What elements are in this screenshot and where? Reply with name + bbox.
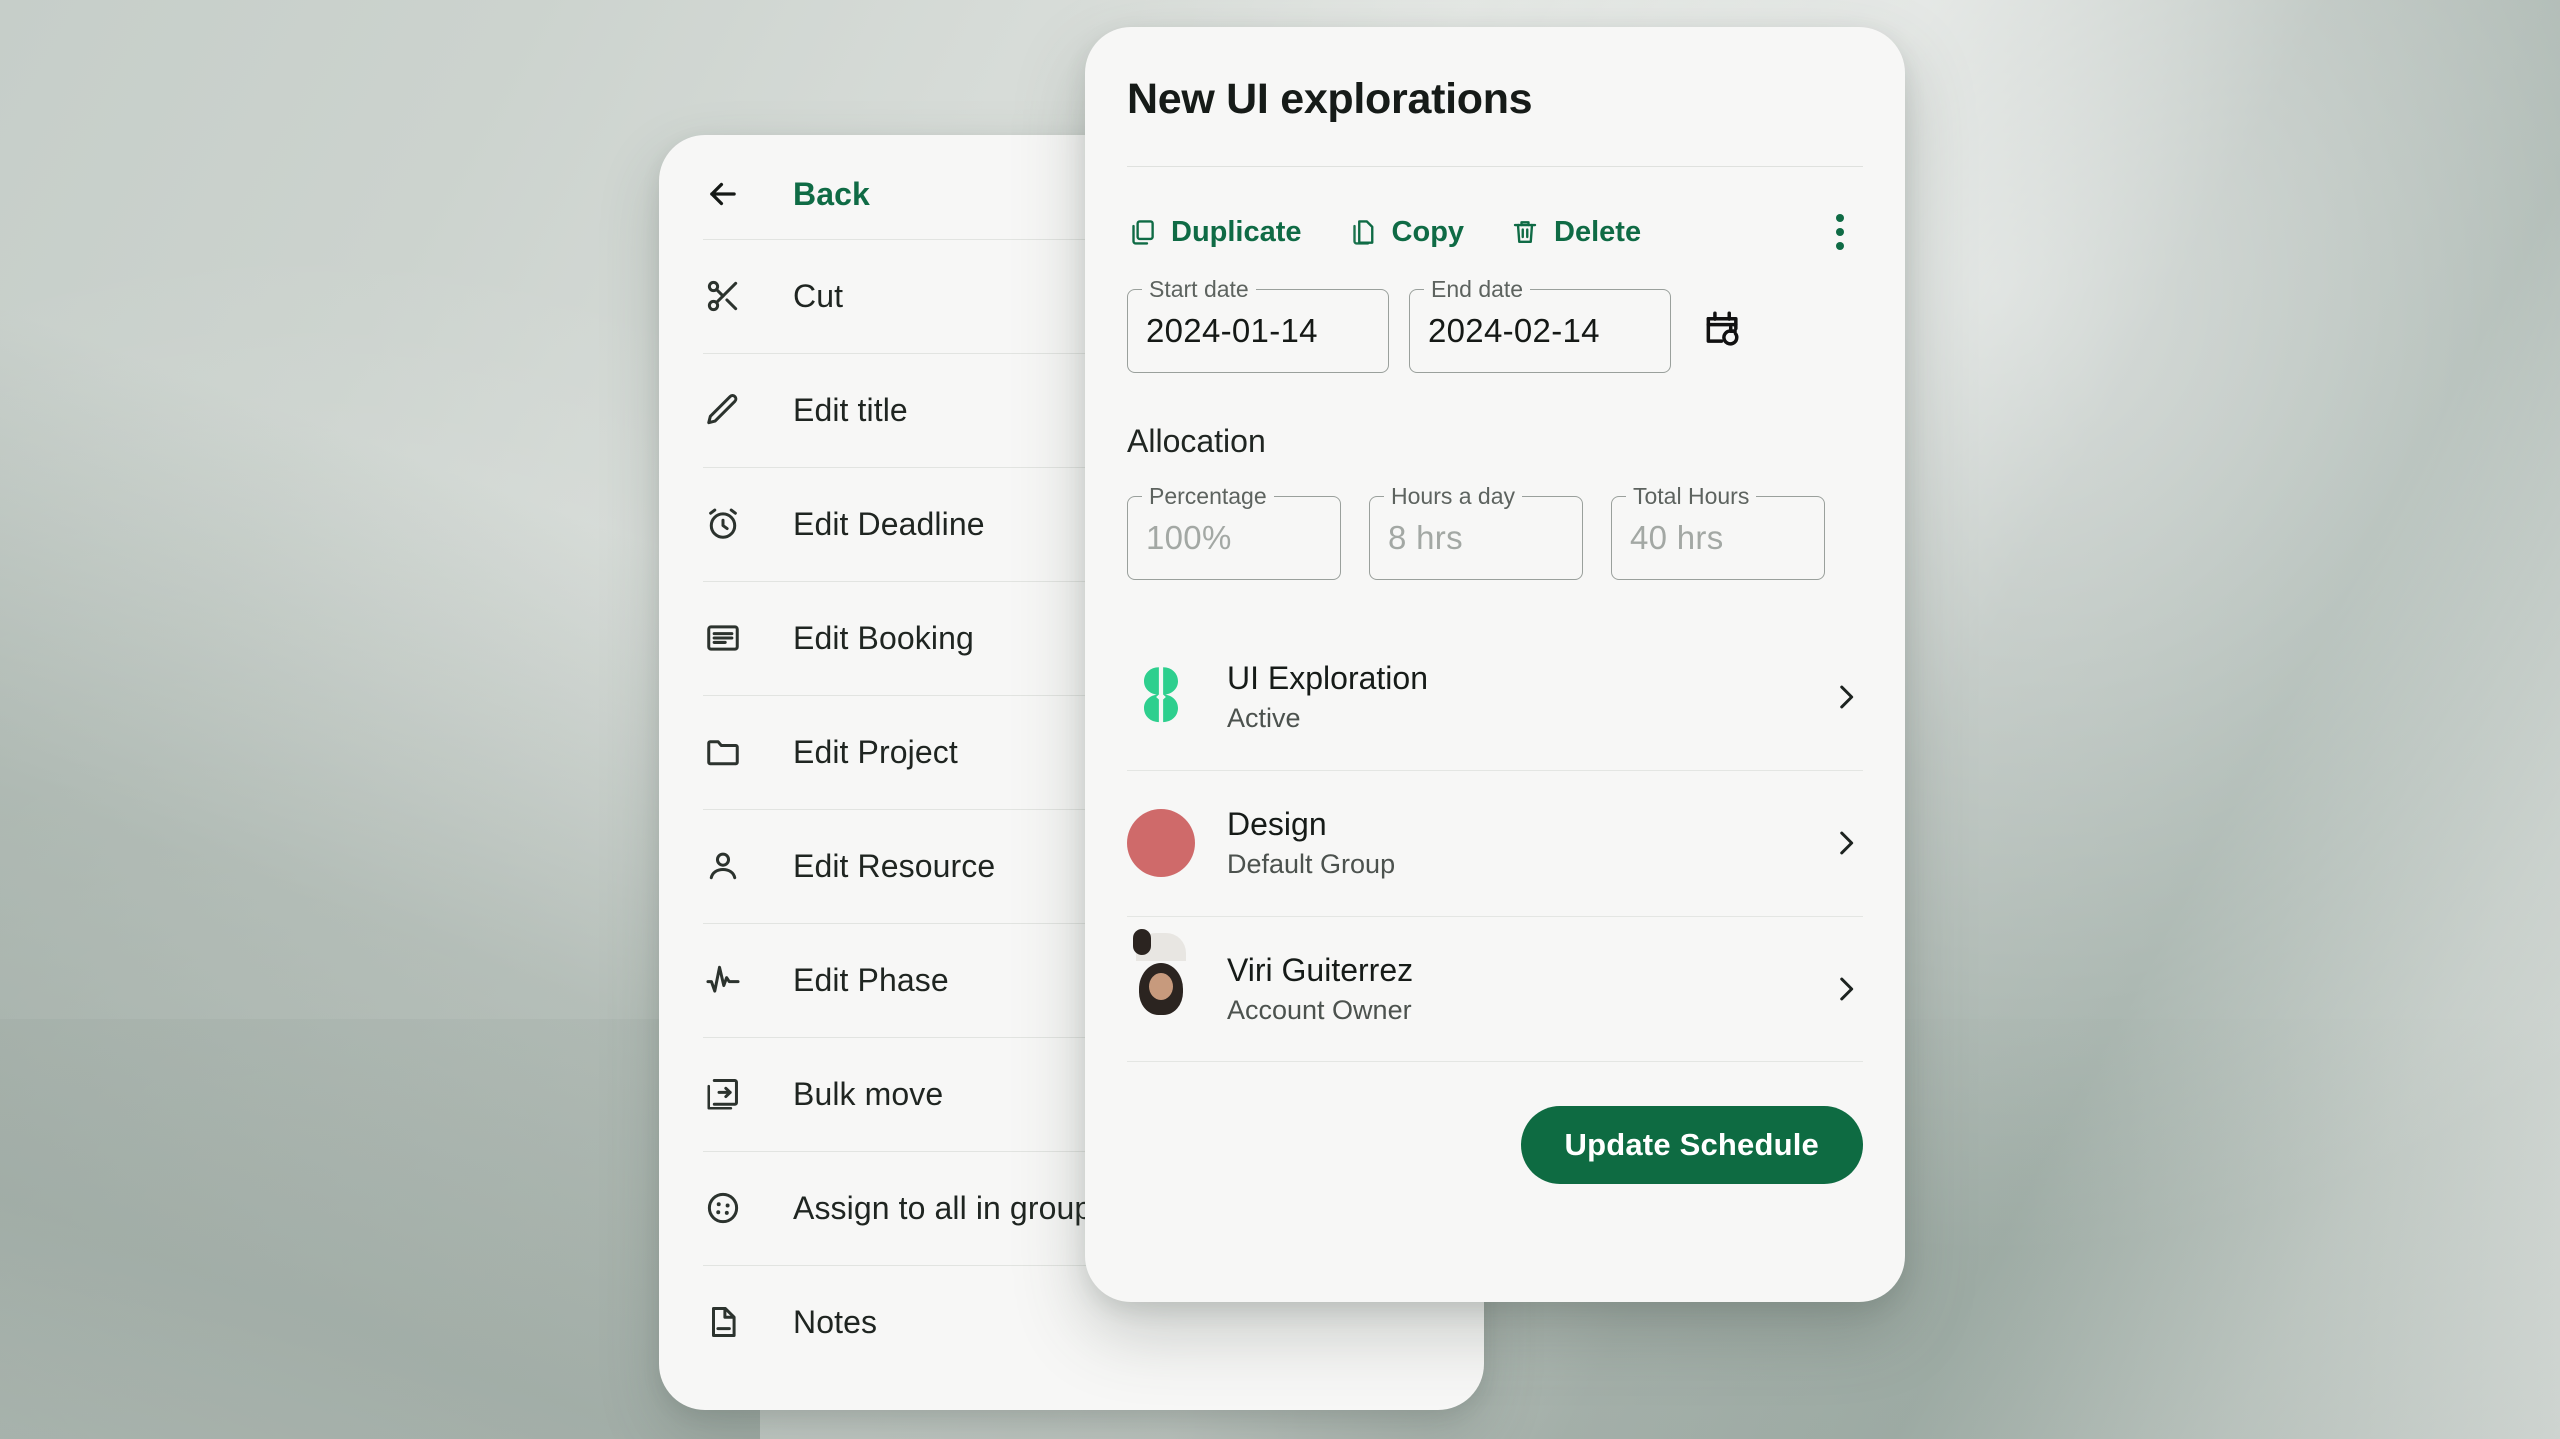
page-title: New UI explorations (1127, 75, 1533, 123)
folder-icon (703, 732, 743, 772)
duplicate-icon (1127, 217, 1157, 247)
hours-a-day-field[interactable]: Hours a day 8 hrs (1369, 483, 1583, 580)
entity-text: UI Exploration Active (1227, 660, 1428, 734)
group-assign-icon (703, 1188, 743, 1228)
arrow-left-icon (703, 174, 743, 214)
copy-button[interactable]: Copy (1348, 215, 1465, 249)
menu-item-label: Edit Deadline (793, 505, 985, 542)
menu-item-label: Edit Booking (793, 619, 974, 656)
red-circle-avatar (1127, 809, 1195, 877)
avatar (1127, 929, 1195, 1023)
scissors-icon (703, 276, 743, 316)
total-hours-label: Total Hours (1626, 483, 1757, 509)
allocation-heading: Allocation (1127, 423, 1266, 459)
delete-label: Delete (1554, 215, 1642, 248)
menu-item-label: Edit title (793, 391, 908, 428)
booking-list-icon (703, 618, 743, 658)
menu-item-label: Edit Resource (793, 847, 996, 884)
start-date-label: Start date (1142, 276, 1256, 302)
total-hours-field[interactable]: Total Hours 40 hrs (1611, 483, 1825, 580)
update-schedule-button[interactable]: Update Schedule (1520, 1106, 1863, 1184)
hours-a-day-value: 8 hrs (1388, 519, 1463, 556)
start-date-field[interactable]: Start date 2024-01-14 (1127, 276, 1389, 373)
person-icon (703, 846, 743, 886)
more-vertical-icon[interactable] (1817, 209, 1863, 255)
note-icon (703, 1302, 743, 1342)
entity-text: Design Default Group (1227, 806, 1395, 880)
menu-item-label: Edit Phase (793, 961, 949, 998)
copy-label: Copy (1391, 215, 1465, 248)
schedule-detail-card: New UI explorations Duplicate Copy Delet… (1085, 27, 1905, 1302)
alarm-clock-icon (703, 504, 743, 544)
chevron-right-icon[interactable] (1829, 972, 1863, 1006)
entity-subtitle: Account Owner (1227, 995, 1412, 1025)
menu-item-label: Edit Project (793, 733, 958, 770)
bulk-move-icon (703, 1074, 743, 1114)
total-hours-value: 40 hrs (1630, 519, 1724, 556)
chevron-right-icon[interactable] (1829, 826, 1863, 860)
action-toolbar: Duplicate Copy Delete (1127, 167, 1863, 255)
pencil-icon (703, 390, 743, 430)
menu-item-label: Cut (793, 277, 844, 314)
entity-subtitle: Default Group (1227, 849, 1396, 879)
entity-text: Viri Guiterrez Account Owner (1227, 952, 1413, 1026)
entity-name: Design (1227, 806, 1327, 842)
percentage-value: 100% (1146, 519, 1232, 556)
delete-button[interactable]: Delete (1510, 216, 1641, 249)
end-date-label: End date (1424, 276, 1531, 302)
entity-subtitle: Active (1227, 703, 1301, 733)
chevron-right-icon[interactable] (1829, 680, 1863, 714)
clover-icon (1127, 663, 1195, 731)
copy-icon (1348, 217, 1378, 247)
calendar-reset-icon[interactable] (1701, 307, 1745, 356)
percentage-label: Percentage (1142, 483, 1274, 509)
more-dot (1836, 242, 1844, 250)
more-dot (1836, 228, 1844, 236)
more-dot (1836, 214, 1844, 222)
menu-item-label: Back (793, 175, 870, 212)
start-date-value: 2024-01-14 (1146, 312, 1318, 349)
duplicate-button[interactable]: Duplicate (1127, 216, 1302, 249)
hours-a-day-label: Hours a day (1384, 483, 1523, 509)
percentage-field[interactable]: Percentage 100% (1127, 483, 1341, 580)
end-date-value: 2024-02-14 (1428, 312, 1600, 349)
list-item[interactable]: Design Default Group (1127, 770, 1863, 916)
date-range-fields: Start date 2024-01-14 End date 2024-02-1… (1127, 276, 1863, 373)
allocation-fields: Percentage 100% Hours a day 8 hrs Total … (1127, 483, 1863, 580)
menu-item-label: Assign to all in group (793, 1189, 1093, 1226)
entity-name: UI Exploration (1227, 660, 1428, 696)
menu-item-label: Bulk move (793, 1075, 944, 1112)
entity-list: UI Exploration Active Design Default Gro… (1127, 624, 1863, 1062)
menu-item-label: Notes (793, 1303, 878, 1340)
duplicate-label: Duplicate (1171, 215, 1302, 248)
trash-icon (1510, 217, 1540, 247)
list-item[interactable]: Viri Guiterrez Account Owner (1127, 916, 1863, 1062)
pulse-icon (703, 960, 743, 1000)
list-item[interactable]: UI Exploration Active (1127, 624, 1863, 770)
entity-name: Viri Guiterrez (1227, 952, 1414, 988)
end-date-field[interactable]: End date 2024-02-14 (1409, 276, 1671, 373)
detail-footer: Update Schedule (1127, 1106, 1863, 1184)
group-color-swatch (1127, 809, 1195, 877)
